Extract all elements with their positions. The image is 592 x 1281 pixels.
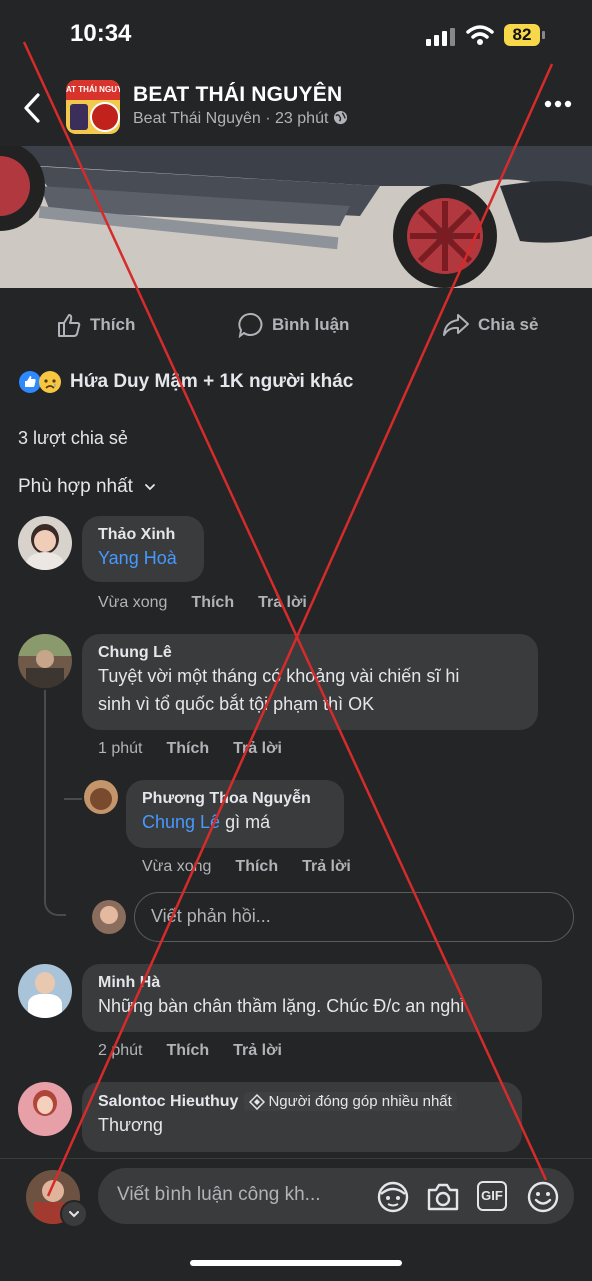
comment-reply-button[interactable]: Trả lời <box>233 1042 282 1060</box>
avatar[interactable] <box>18 1082 72 1136</box>
comment-time[interactable]: 2 phút <box>98 1042 142 1060</box>
mention-link[interactable]: Chung Lê <box>142 812 220 832</box>
wifi-icon <box>466 25 494 45</box>
comment-button[interactable]: Bình luận <box>238 312 349 338</box>
page-avatar[interactable]: AT THÁI NGUY <box>66 80 120 134</box>
home-indicator <box>190 1260 402 1266</box>
gif-icon[interactable]: GIF <box>477 1181 507 1211</box>
back-icon[interactable] <box>22 92 42 124</box>
comment-meta: 1 phút Thích Trả lời <box>98 740 282 758</box>
share-button[interactable]: Chia sẻ <box>442 312 538 338</box>
signal-icon <box>426 28 455 46</box>
post-photo[interactable] <box>0 146 592 288</box>
comment-icon <box>238 313 263 338</box>
sort-label: Phù hợp nhất <box>18 476 133 497</box>
post-byline: Beat Thái Nguyên · 23 phút <box>133 110 348 128</box>
comment-like-button[interactable]: Thích <box>191 594 234 612</box>
camera-icon[interactable] <box>426 1182 460 1212</box>
comment-time[interactable]: Vừa xong <box>142 858 211 876</box>
avatar[interactable] <box>84 780 118 814</box>
avatar[interactable] <box>18 516 72 570</box>
battery-tip <box>542 31 545 39</box>
commenter-name[interactable]: Chung Lê <box>98 644 522 662</box>
comment-meta: Vừa xong Thích Trả lời <box>98 594 307 612</box>
page-logo-mark <box>90 102 120 132</box>
comment-bubble: Thảo Xinh Yang Hoà <box>82 516 204 582</box>
comment-reply-button[interactable]: Trả lời <box>302 858 351 876</box>
commenter-name[interactable]: Thảo Xinh <box>98 526 188 544</box>
reply-connector <box>64 784 82 800</box>
share-icon <box>443 314 469 336</box>
comment-text-line-1: Tuyệt vời một tháng có khoảng vài chiến … <box>98 666 460 686</box>
mention-link[interactable]: Yang Hoà <box>98 544 188 572</box>
reply-text: gì má <box>220 812 271 832</box>
comment-time[interactable]: Vừa xong <box>98 594 167 612</box>
avatar <box>92 900 126 934</box>
comment-reply-button[interactable]: Trả lời <box>258 594 307 612</box>
reactions-summary[interactable]: Hứa Duy Mậm + 1K người khác <box>18 370 353 394</box>
avatar[interactable] <box>18 634 72 688</box>
badge-label: Người đóng góp nhiều nhất <box>268 1093 452 1110</box>
comment-label: Bình luận <box>272 315 350 334</box>
page-avatar-figure <box>70 104 88 130</box>
badge-icon <box>249 1093 266 1110</box>
comment-bubble: Chung Lê Tuyệt vời một tháng có khoảng v… <box>82 634 538 730</box>
emoji-icon[interactable] <box>526 1180 560 1214</box>
commenter-name[interactable]: Minh Hà <box>98 974 526 992</box>
sad-reaction-icon <box>39 371 61 393</box>
comment-text-line-2: sinh vì tổ quốc bắt tội phạm thì OK <box>98 694 375 714</box>
thread-line <box>44 690 66 916</box>
like-button[interactable]: Thích <box>56 312 135 338</box>
comment-text: Những bàn chân thầm lặng. Chúc Đ/c an ng… <box>98 996 465 1016</box>
comment-text: Thương <box>98 1115 163 1135</box>
sort-dropdown[interactable]: Phù hợp nhất <box>18 476 156 498</box>
reply-input[interactable]: Viết phản hồi... <box>134 892 574 942</box>
separator-dot: · <box>265 110 271 127</box>
comment-like-button[interactable]: Thích <box>235 858 278 876</box>
page-name[interactable]: Beat Thái Nguyên <box>133 110 261 127</box>
chevron-down-icon <box>145 484 156 491</box>
commenter-name[interactable]: Salontoc Hieuthuy <box>98 1093 238 1111</box>
like-icon <box>58 314 81 337</box>
post-time[interactable]: 23 phút <box>275 110 328 127</box>
comment-like-button[interactable]: Thích <box>166 740 209 758</box>
avatar-sticker-icon[interactable] <box>376 1180 410 1214</box>
share-count[interactable]: 3 lượt chia sẻ <box>18 428 128 449</box>
page-title[interactable]: BEAT THÁI NGUYÊN <box>133 83 342 107</box>
comment-placeholder: Viết bình luận công kh... <box>117 1184 321 1205</box>
reply-placeholder: Viết phản hồi... <box>151 906 271 926</box>
more-icon[interactable] <box>544 100 572 108</box>
globe-icon <box>333 110 347 125</box>
battery-indicator: 82 <box>504 24 540 46</box>
comment-bubble: Minh Hà Những bàn chân thầm lặng. Chúc Đ… <box>82 964 542 1032</box>
comment-meta: Vừa xong Thích Trả lời <box>142 858 351 876</box>
top-contributor-badge[interactable]: Người đóng góp nhiều nhất <box>244 1092 457 1111</box>
reactions-text: Hứa Duy Mậm + 1K người khác <box>70 371 354 392</box>
chevron-down-icon <box>69 1211 79 1218</box>
profile-switch[interactable] <box>60 1200 88 1228</box>
comment-meta: 2 phút Thích Trả lời <box>98 1042 282 1060</box>
comment-time[interactable]: 1 phút <box>98 740 142 758</box>
like-label: Thích <box>90 315 136 334</box>
share-label: Chia sẻ <box>478 315 539 334</box>
car-photo-illustration <box>0 146 592 288</box>
reply-bubble: Phương Thoa Nguyễn Chung Lê gì má <box>126 780 344 848</box>
comment-reply-button[interactable]: Trả lời <box>233 740 282 758</box>
page-avatar-text: AT THÁI NGUY <box>66 80 120 100</box>
comment-bubble: Salontoc Hieuthuy Người đóng góp nhiều n… <box>82 1082 522 1152</box>
commenter-name[interactable]: Phương Thoa Nguyễn <box>142 790 328 808</box>
comment-like-button[interactable]: Thích <box>166 1042 209 1060</box>
avatar[interactable] <box>18 964 72 1018</box>
status-time: 10:34 <box>70 20 132 47</box>
